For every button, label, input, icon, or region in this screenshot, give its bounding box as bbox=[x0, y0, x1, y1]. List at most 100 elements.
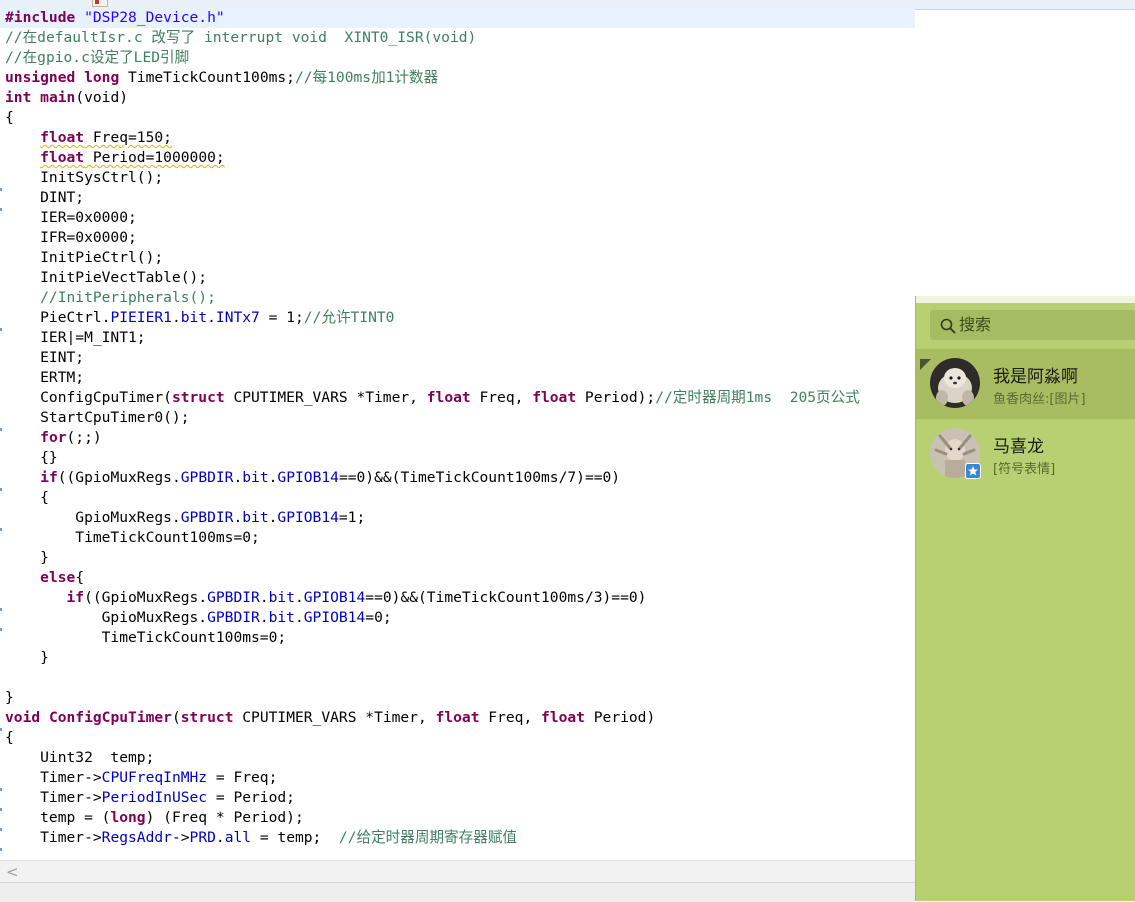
code-token: =1; bbox=[338, 509, 366, 526]
code-line[interactable]: temp = (long) (Freq * Period); bbox=[0, 808, 915, 828]
pin-flag-icon bbox=[920, 359, 931, 370]
contact-item[interactable]: 我是阿淼啊 鱼香肉丝:[图片] bbox=[916, 349, 1135, 419]
code-token: #include bbox=[5, 9, 85, 26]
code-line[interactable]: Timer->RegsAddr->PRD.all = temp; //给定时器周… bbox=[0, 828, 915, 848]
code-token: //定时器周期1ms 205页公式 bbox=[655, 389, 860, 406]
code-line[interactable]: //InitPeripherals(); bbox=[0, 288, 915, 308]
code-line[interactable]: IER|=M_INT1; bbox=[0, 328, 915, 348]
code-line[interactable]: } bbox=[0, 548, 915, 568]
code-line[interactable]: //在gpio.c设定了LED引脚 bbox=[0, 48, 915, 68]
contact-name: 马喜龙 bbox=[993, 437, 1044, 457]
code-token: IER|=M_INT1; bbox=[5, 329, 146, 346]
code-token: ==0)&&(TimeTickCount100ms/3)==0) bbox=[365, 589, 647, 606]
search-box[interactable]: 搜索 bbox=[930, 310, 1135, 340]
code-token: GPBDIR bbox=[207, 589, 260, 606]
code-line[interactable]: StartCpuTimer0(); bbox=[0, 408, 915, 428]
code-token: main bbox=[40, 89, 76, 106]
code-line[interactable]: Uint32 temp; bbox=[0, 748, 915, 768]
code-token: struct bbox=[180, 709, 234, 726]
code-line[interactable] bbox=[0, 668, 915, 688]
code-line[interactable]: int main(void) bbox=[0, 88, 915, 108]
code-token: //InitPeripherals(); bbox=[5, 289, 216, 306]
code-line[interactable]: IFR=0x0000; bbox=[0, 228, 915, 248]
code-token: { bbox=[75, 569, 85, 586]
code-token: //在defaultIsr.c 改写了 interrupt void XINT0… bbox=[5, 29, 477, 46]
code-line[interactable]: } bbox=[0, 648, 915, 668]
code-token: = Period; bbox=[207, 789, 295, 806]
code-line[interactable]: TimeTickCount100ms=0; bbox=[0, 528, 915, 548]
code-token: GpioMuxRegs. bbox=[5, 509, 181, 526]
code-line[interactable]: #include "DSP28_Device.h" bbox=[0, 8, 915, 28]
code-line[interactable]: ConfigCpuTimer(struct CPUTIMER_VARS *Tim… bbox=[0, 388, 915, 408]
code-token: ((GpioMuxRegs. bbox=[57, 469, 181, 486]
horizontal-scrollbar[interactable]: < bbox=[0, 860, 915, 883]
code-line[interactable]: EINT; bbox=[0, 348, 915, 368]
code-line[interactable]: ERTM; bbox=[0, 368, 915, 388]
code-line[interactable]: } bbox=[0, 688, 915, 708]
panel-top-edge bbox=[916, 296, 1135, 303]
code-line[interactable]: {} bbox=[0, 448, 915, 468]
code-line[interactable]: { bbox=[0, 728, 915, 748]
code-line[interactable]: GpioMuxRegs.GPBDIR.bit.GPIOB14=1; bbox=[0, 508, 915, 528]
code-token: { bbox=[5, 109, 14, 126]
gutter-marker bbox=[0, 728, 2, 731]
code-token: unsigned bbox=[5, 69, 76, 86]
gutter-marker bbox=[0, 208, 2, 211]
code-token: = Freq; bbox=[207, 769, 278, 786]
contact-item[interactable]: 马喜龙 [符号表情] bbox=[916, 419, 1135, 489]
code-line[interactable]: InitSysCtrl(); bbox=[0, 168, 915, 188]
code-token: -> bbox=[171, 829, 190, 846]
code-line[interactable]: float Period=1000000; bbox=[0, 148, 915, 168]
code-line[interactable]: TimeTickCount100ms=0; bbox=[0, 628, 915, 648]
code-line[interactable]: DINT; bbox=[0, 188, 915, 208]
code-token: bit bbox=[268, 609, 295, 626]
code-line[interactable]: if((GpioMuxRegs.GPBDIR.bit.GPIOB14==0)&&… bbox=[0, 588, 915, 608]
gutter-marker bbox=[0, 788, 2, 791]
code-line[interactable]: PieCtrl.PIEIER1.bit.INTx7 = 1;//允许TINT0 bbox=[0, 308, 915, 328]
code-line[interactable]: if((GpioMuxRegs.GPBDIR.bit.GPIOB14==0)&&… bbox=[0, 468, 915, 488]
code-token: ==0)&&(TimeTickCount100ms/7)==0) bbox=[338, 469, 621, 486]
avatar[interactable] bbox=[930, 358, 980, 408]
code-token: =0; bbox=[365, 609, 392, 626]
code-token: long bbox=[110, 809, 146, 826]
code-line[interactable]: void ConfigCpuTimer(struct CPUTIMER_VARS… bbox=[0, 708, 915, 728]
code-line[interactable]: { bbox=[0, 108, 915, 128]
code-token: GPIOB14 bbox=[277, 509, 339, 526]
code-line[interactable]: else{ bbox=[0, 568, 915, 588]
scroll-left-arrow-icon[interactable]: < bbox=[6, 862, 19, 882]
code-line[interactable]: GpioMuxRegs.GPBDIR.bit.GPIOB14=0; bbox=[0, 608, 915, 628]
gutter-marker bbox=[0, 848, 2, 851]
code-token: //允许TINT0 bbox=[303, 309, 395, 326]
code-line[interactable]: unsigned long TimeTickCount100ms;//每100m… bbox=[0, 68, 915, 88]
code-line[interactable]: InitPieCtrl(); bbox=[0, 248, 915, 268]
code-line[interactable]: float Freq=150; bbox=[0, 128, 915, 148]
code-line[interactable]: Timer->PeriodInUSec = Period; bbox=[0, 788, 915, 808]
code-token: if bbox=[40, 469, 58, 486]
code-token: Freq, bbox=[479, 709, 542, 726]
gutter-marker bbox=[0, 828, 2, 831]
code-line[interactable]: IER=0x0000; bbox=[0, 208, 915, 228]
code-line[interactable]: { bbox=[0, 488, 915, 508]
code-token: (void) bbox=[75, 89, 129, 106]
code-line[interactable]: for(;;) bbox=[0, 428, 915, 448]
code-token: . bbox=[171, 309, 181, 326]
code-token: GPIOB14 bbox=[277, 469, 339, 486]
code-line[interactable]: //在defaultIsr.c 改写了 interrupt void XINT0… bbox=[0, 28, 915, 48]
code-token: else bbox=[40, 569, 76, 586]
c-file-tab-icon[interactable] bbox=[92, 0, 108, 7]
code-editor[interactable]: #include "DSP28_Device.h"//在defaultIsr.c… bbox=[0, 8, 915, 860]
code-line[interactable]: InitPieVectTable(); bbox=[0, 268, 915, 288]
verified-badge-icon bbox=[965, 463, 981, 479]
code-token: GpioMuxRegs. bbox=[5, 609, 208, 626]
contact-name: 我是阿淼啊 bbox=[993, 367, 1078, 387]
code-line[interactable]: Timer->CPUFreqInMHz = Freq; bbox=[0, 768, 915, 788]
code-token: } bbox=[5, 689, 14, 706]
code-token: InitPieVectTable(); bbox=[5, 269, 208, 286]
code-token: for bbox=[40, 429, 67, 446]
status-bar bbox=[0, 882, 915, 902]
